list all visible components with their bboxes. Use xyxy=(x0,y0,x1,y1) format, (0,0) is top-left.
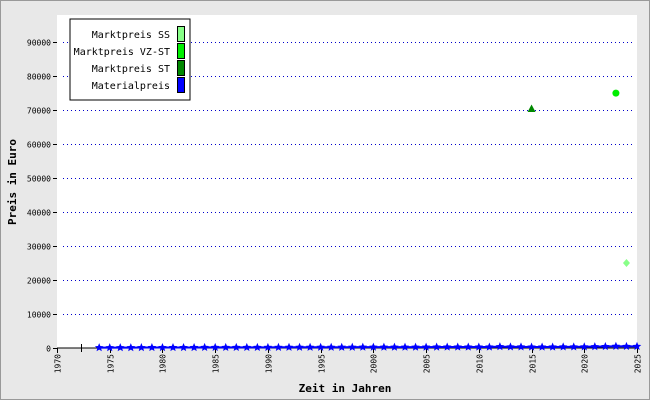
y-tick-label: 50000 xyxy=(27,175,51,184)
x-tick-label: 1985 xyxy=(212,354,221,373)
legend-label: Materialpreis xyxy=(92,81,170,92)
y-tick-label: 90000 xyxy=(27,39,51,48)
y-tick-label: 30000 xyxy=(27,243,51,252)
x-axis-title: Zeit in Jahren xyxy=(299,382,392,395)
chart-frame: 1970 1975 1980 1985 1990 1995 2000 2005 2010 2015… xyxy=(0,0,650,400)
y-tick-label: 0 xyxy=(46,345,51,354)
scatter-chart: 1970 1975 1980 1985 1990 1995 2000 2005 2010 2015… xyxy=(0,0,650,400)
x-tick-label: 1970 xyxy=(54,354,63,373)
y-tick-label: 70000 xyxy=(27,107,51,116)
x-tick-label: 1975 xyxy=(107,354,116,373)
legend-label: Marktpreis SS xyxy=(92,30,170,41)
data-point xyxy=(612,89,620,97)
y-tick-label: 80000 xyxy=(27,73,51,82)
x-tick-label: 2000 xyxy=(370,354,379,373)
x-tick-label: 2010 xyxy=(476,354,485,373)
legend-swatch xyxy=(177,43,185,59)
legend-label: Marktpreis ST xyxy=(92,64,170,75)
x-tick-label: 2025 xyxy=(634,354,643,373)
legend-swatch xyxy=(177,26,185,42)
legend-label: Marktpreis VZ-ST xyxy=(74,47,170,58)
y-tick-label: 10000 xyxy=(27,311,51,320)
x-tick-label: 1980 xyxy=(159,354,168,373)
x-tick-label: 2005 xyxy=(423,354,432,373)
x-tick-label: 2015 xyxy=(529,354,538,373)
legend: Marktpreis SS Marktpreis VZ-ST Marktpreis … xyxy=(69,18,191,101)
y-tick-label: 20000 xyxy=(27,277,51,286)
x-tick-label: 1995 xyxy=(318,354,327,373)
y-tick-label: 60000 xyxy=(27,141,51,150)
series-marktpreis-vz-st xyxy=(612,89,620,97)
x-tick-label: 2020 xyxy=(581,354,590,373)
y-axis-title: Preis in Euro xyxy=(6,139,19,225)
legend-swatch xyxy=(177,60,185,76)
y-tick-label: 40000 xyxy=(27,209,51,218)
legend-swatch xyxy=(177,77,185,93)
x-tick-label: 1990 xyxy=(265,354,274,373)
